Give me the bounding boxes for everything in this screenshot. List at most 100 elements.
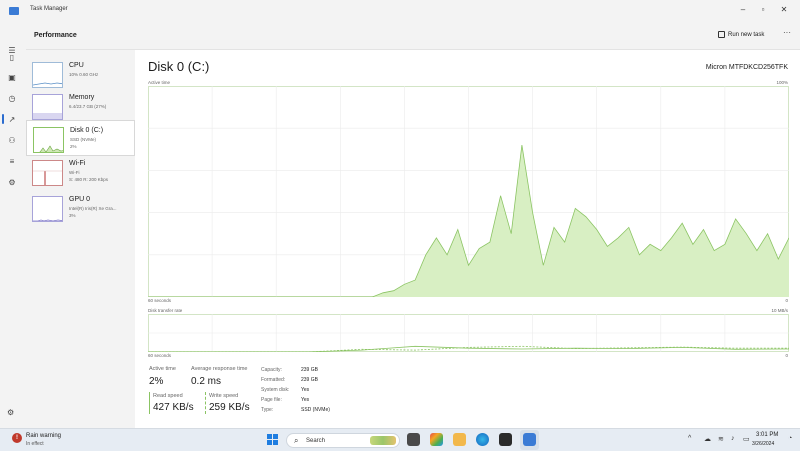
active-time-max-label: 100% xyxy=(776,80,788,85)
performance-sidebar: CPU 10% 0.60 GHz Memory 6.4/23.7 GB (27%… xyxy=(26,50,135,430)
transfer-rate-svg xyxy=(148,314,789,352)
sidebar-item-sub2: S: 480 R: 200 Kbps xyxy=(69,177,109,182)
gpu-thumbnail xyxy=(32,196,63,222)
app-history-icon[interactable]: ◷ xyxy=(7,94,17,104)
sidebar-item-sub2: 3% xyxy=(69,213,76,218)
tray-app-icon[interactable]: ☁ xyxy=(704,435,711,443)
run-task-icon xyxy=(718,31,725,38)
read-speed-label: Read speed xyxy=(153,393,183,399)
type-label: Type: xyxy=(261,407,274,413)
avg-response-label: Average response time xyxy=(191,366,248,372)
sidebar-item-disk[interactable]: Disk 0 (C:) SSD (NVMe) 2% xyxy=(26,120,135,156)
transfer-min-label: 0 xyxy=(785,353,788,358)
file-explorer-icon[interactable] xyxy=(453,433,466,446)
taskbar: ! Rain warning In effect ⌕ Search ^ ☁ ≋ … xyxy=(0,428,800,451)
taskbar-search[interactable]: ⌕ Search xyxy=(286,433,400,448)
start-button[interactable] xyxy=(267,434,279,446)
more-options-button[interactable]: ··· xyxy=(783,28,791,37)
details-icon[interactable]: ≡ xyxy=(7,157,17,167)
sidebar-item-sub: Intel(R) Iris(R) Xe Gra... xyxy=(69,206,117,211)
weather-alert-icon[interactable]: ! xyxy=(12,433,22,443)
system-disk-value: Yes xyxy=(301,387,310,393)
search-highlight-art xyxy=(370,436,396,445)
avg-response-value: 0.2 ms xyxy=(191,376,222,387)
active-time-svg xyxy=(148,86,789,297)
sidebar-item-sub2: 2% xyxy=(70,144,77,149)
formatted-label: Formatted: xyxy=(261,377,286,383)
settings-gear-icon[interactable]: ⚙ xyxy=(7,408,14,417)
capacity-label: Capacity: xyxy=(261,367,282,373)
tray-chevron-icon[interactable]: ^ xyxy=(688,435,691,442)
active-time-chart xyxy=(148,86,789,297)
copilot-icon[interactable] xyxy=(430,433,443,446)
title-bar: Task Manager – ▫ ✕ xyxy=(0,0,800,22)
disk-thumbnail xyxy=(33,127,64,153)
users-icon[interactable]: ⚇ xyxy=(7,136,17,146)
sidebar-item-label: Wi-Fi xyxy=(69,160,86,167)
sidebar-item-sub: 10% 0.60 GHz xyxy=(69,72,99,77)
write-speed-label: Write speed xyxy=(209,393,239,399)
nav-rail: ☰ ▯ ▣ ◷ ↗ ⚇ ≡ ⚙ xyxy=(0,40,26,430)
task-manager-taskbar-icon[interactable] xyxy=(523,433,536,446)
sidebar-item-label: Disk 0 (C:) xyxy=(70,127,104,134)
capacity-value: 239 GB xyxy=(301,367,318,373)
type-value: SSD (NVMe) xyxy=(301,407,330,413)
sidebar-item-cpu[interactable]: CPU 10% 0.60 GHz xyxy=(26,56,135,92)
transfer-axis-label: Disk transfer rate xyxy=(148,308,183,313)
edge-icon[interactable] xyxy=(476,433,489,446)
wifi-icon[interactable]: ≋ xyxy=(718,435,724,443)
read-speed-value: 427 KB/s xyxy=(153,402,194,413)
performance-icon[interactable]: ▣ xyxy=(7,73,17,83)
memory-thumbnail xyxy=(32,94,63,120)
page-file-value: Yes xyxy=(301,397,310,403)
selected-indicator xyxy=(2,114,4,124)
write-speed-marker xyxy=(205,392,206,414)
wifi-thumbnail xyxy=(32,160,63,186)
task-view-icon[interactable] xyxy=(407,433,420,446)
notifications-icon[interactable]: ◔ xyxy=(788,435,792,442)
page-file-label: Page file: xyxy=(261,397,282,403)
task-manager-icon xyxy=(9,7,19,15)
sidebar-item-label: CPU xyxy=(69,62,84,69)
close-button[interactable]: ✕ xyxy=(777,3,791,17)
weather-title[interactable]: Rain warning xyxy=(26,433,61,439)
disk-title: Disk 0 (C:) xyxy=(148,59,210,74)
active-time-min-label: 0 xyxy=(785,298,788,303)
sidebar-item-label: GPU 0 xyxy=(69,196,91,203)
transfer-rate-chart xyxy=(148,314,789,352)
sidebar-item-label: Memory xyxy=(69,94,95,101)
battery-icon[interactable]: ▭ xyxy=(743,435,750,443)
sidebar-item-sub: Wi-Fi xyxy=(69,170,80,175)
page-title: Performance xyxy=(34,32,77,39)
search-icon: ⌕ xyxy=(294,436,299,445)
read-speed-marker xyxy=(149,392,150,414)
sidebar-item-sub: SSD (NVMe) xyxy=(70,137,97,142)
window-title: Task Manager xyxy=(30,6,68,12)
active-time-axis-label: Active time xyxy=(148,80,171,85)
minimize-button[interactable]: – xyxy=(736,3,750,17)
active-time-span-label: 60 seconds xyxy=(148,298,172,303)
store-icon[interactable] xyxy=(499,433,512,446)
startup-apps-icon[interactable]: ↗ xyxy=(7,115,17,125)
active-time-stat-value: 2% xyxy=(149,376,164,387)
formatted-value: 239 GB xyxy=(301,377,318,383)
active-time-stat-label: Active time xyxy=(149,366,176,372)
sidebar-item-memory[interactable]: Memory 6.4/23.7 GB (27%) xyxy=(26,88,135,124)
clock-date[interactable]: 3/26/2024 xyxy=(752,441,774,447)
weather-sub: In effect xyxy=(26,441,44,447)
run-new-task-label: Run new task xyxy=(728,31,765,38)
transfer-max-label: 10 MB/s xyxy=(771,308,788,313)
volume-icon[interactable]: ♪ xyxy=(731,435,735,442)
run-new-task-button[interactable]: Run new task xyxy=(718,31,764,38)
services-icon[interactable]: ⚙ xyxy=(7,178,17,188)
cpu-thumbnail xyxy=(32,62,63,88)
page-header: Performance Run new task ··· xyxy=(26,22,800,50)
processes-nav-icon[interactable]: ▯ xyxy=(7,53,17,63)
sidebar-item-wifi[interactable]: Wi-Fi Wi-Fi S: 480 R: 200 Kbps xyxy=(26,154,135,190)
sidebar-item-gpu[interactable]: GPU 0 Intel(R) Iris(R) Xe Gra... 3% xyxy=(26,190,135,226)
maximize-button[interactable]: ▫ xyxy=(756,3,770,17)
transfer-span-label: 60 seconds xyxy=(148,353,172,358)
write-speed-value: 259 KB/s xyxy=(209,402,250,413)
clock-time[interactable]: 3:01 PM xyxy=(756,432,778,438)
disk-detail-panel: Disk 0 (C:) Micron MTFDKCD256TFK Active … xyxy=(135,50,800,430)
